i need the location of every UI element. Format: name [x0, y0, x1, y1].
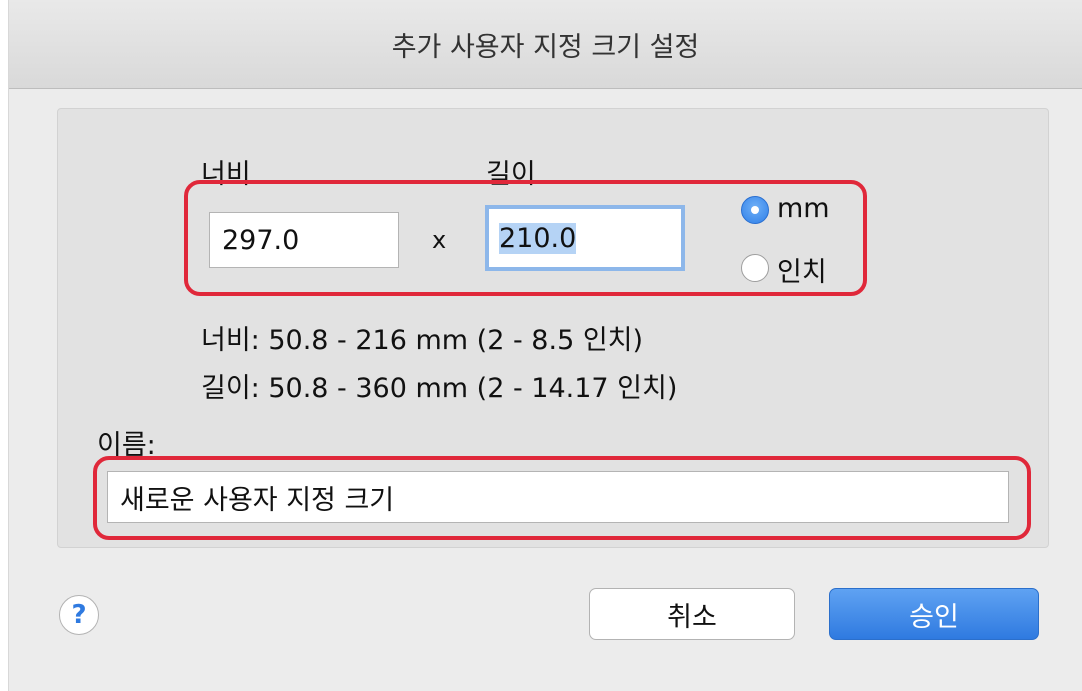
ok-button-label: 승인	[909, 601, 959, 633]
name-annotation-box	[93, 456, 1031, 540]
size-annotation-box	[184, 180, 867, 296]
length-range-text: 길이: 50.8 - 360 mm (2 - 14.17 인치)	[201, 373, 678, 404]
cancel-button-label: 취소	[667, 601, 717, 633]
help-icon: ?	[71, 600, 87, 630]
window-title: 추가 사용자 지정 크기 설정	[391, 31, 700, 63]
dialog-window: 추가 사용자 지정 크기 설정 너비 길이 297.0 x 210.0 mm 인…	[8, 0, 1082, 691]
help-button[interactable]: ?	[59, 595, 99, 635]
ok-button[interactable]: 승인	[829, 588, 1039, 640]
width-range-text: 너비: 50.8 - 216 mm (2 - 8.5 인치)	[201, 325, 644, 356]
cancel-button[interactable]: 취소	[589, 588, 795, 640]
title-bar: 추가 사용자 지정 크기 설정	[9, 0, 1082, 89]
